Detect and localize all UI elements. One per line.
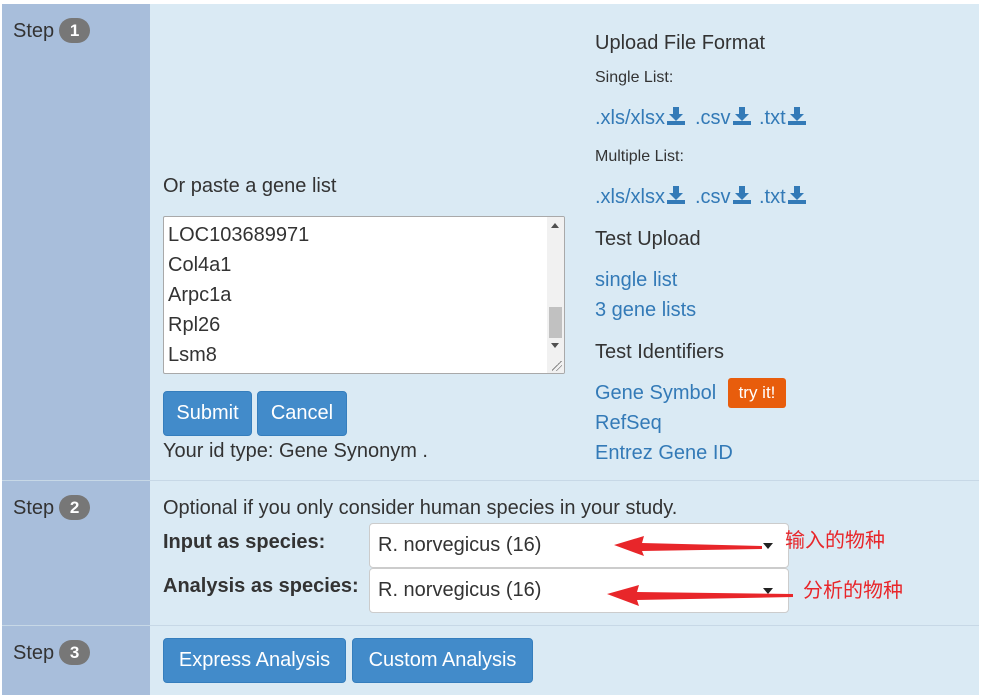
single-list-label: Single List: [595, 69, 674, 86]
download-icon [666, 185, 686, 211]
gene-line: Lsm8 [168, 344, 217, 366]
step-2-badge: 2 [59, 495, 91, 520]
cancel-button[interactable]: Cancel [257, 391, 347, 436]
gene-line: Arpc1a [168, 284, 232, 306]
annotation-arrow-icon [614, 536, 762, 556]
download-icon [666, 106, 686, 132]
step-1-badge: 1 [59, 18, 91, 43]
scroll-thumb[interactable] [549, 307, 562, 338]
multiple-list-label: Multiple List: [595, 148, 684, 165]
textarea-scrollbar[interactable] [547, 217, 564, 373]
gene-list-textarea[interactable]: LOC103689971 Col4a1 Arpc1a Rpl26 Lsm8 [163, 216, 565, 374]
multiple-xlsx-link[interactable]: .xls/xlsx [595, 185, 686, 211]
gene-line: Rpl26 [168, 314, 221, 336]
step-column [2, 4, 150, 695]
scroll-up-icon[interactable] [551, 223, 559, 228]
custom-analysis-button[interactable]: Custom Analysis [352, 638, 533, 683]
paste-gene-list-label: Or paste a gene list [163, 175, 337, 197]
download-icon [732, 185, 752, 211]
multiple-txt-link[interactable]: .txt [759, 185, 807, 211]
analysis-species-label: Analysis as species: [163, 575, 359, 597]
optional-species-text: Optional if you only consider human spec… [163, 497, 678, 519]
multiple-csv-link[interactable]: .csv [695, 185, 752, 211]
upload-format-heading: Upload File Format [595, 32, 766, 54]
single-csv-link[interactable]: .csv [695, 106, 752, 132]
submit-button[interactable]: Submit [163, 391, 252, 436]
test-identifiers-heading: Test Identifiers [595, 341, 724, 363]
gene-symbol-link[interactable]: Gene Symbol [595, 382, 716, 405]
step-3-label: Step 3 [13, 640, 91, 665]
download-icon [787, 106, 807, 132]
resize-grip-icon[interactable] [552, 361, 562, 371]
annotation-analysis-species: 分析的物种 [803, 578, 903, 602]
test-upload-heading: Test Upload [595, 228, 701, 250]
step-divider-1 [2, 480, 979, 481]
refseq-link[interactable]: RefSeq [595, 412, 662, 435]
three-gene-lists-link[interactable]: 3 gene lists [595, 299, 696, 322]
step-1-label: Step 1 [13, 18, 91, 43]
gene-line: Col4a1 [168, 254, 232, 276]
single-list-link[interactable]: single list [595, 269, 677, 292]
step-2-label: Step 2 [13, 495, 91, 520]
annotation-input-species: 输入的物种 [785, 528, 885, 552]
step-divider-2 [2, 625, 979, 626]
workflow-panel: Step 1 Step 2 Step 3 Or paste a gene list L… [2, 4, 979, 695]
step-3-badge: 3 [59, 640, 91, 665]
download-icon [732, 106, 752, 132]
try-it-badge[interactable]: try it! [728, 378, 786, 408]
scroll-down-icon[interactable] [551, 343, 559, 348]
download-icon [787, 185, 807, 211]
id-type-text: Your id type: Gene Synonym . [163, 440, 428, 462]
gene-line: LOC103689971 [168, 224, 310, 246]
express-analysis-button[interactable]: Express Analysis [163, 638, 346, 683]
input-species-label: Input as species: [163, 531, 326, 553]
single-txt-link[interactable]: .txt [759, 106, 807, 132]
dropdown-caret-icon [763, 543, 773, 549]
single-xlsx-link[interactable]: .xls/xlsx [595, 106, 686, 132]
entrez-gene-id-link[interactable]: Entrez Gene ID [595, 442, 733, 465]
annotation-arrow-icon [607, 585, 793, 606]
